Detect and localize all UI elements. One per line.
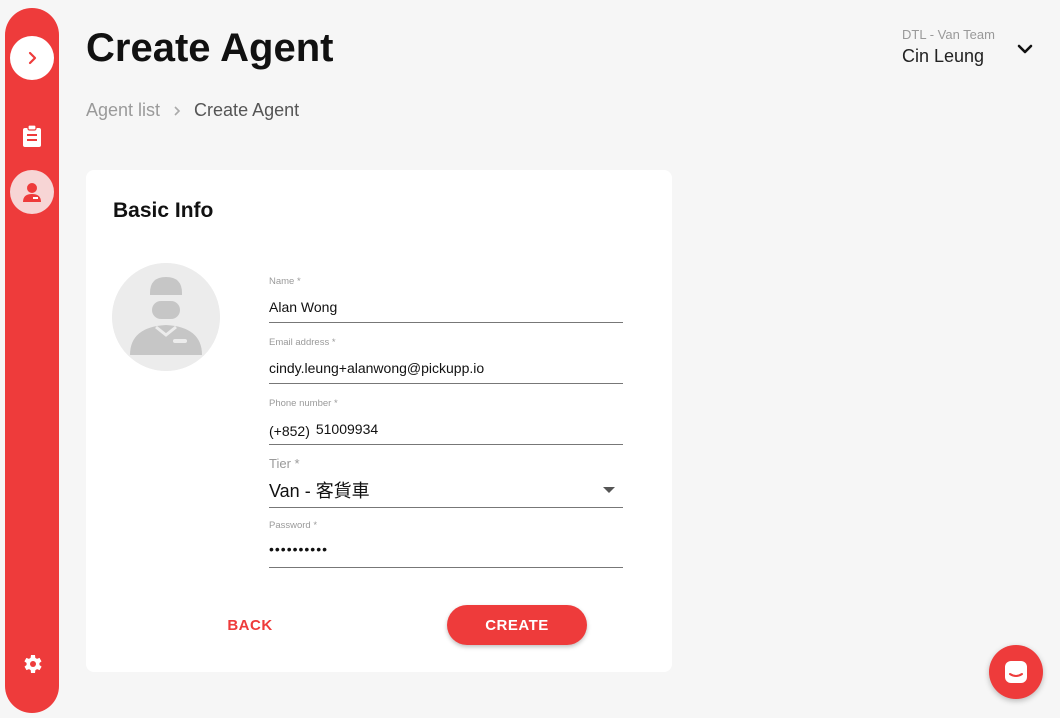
clipboard-icon bbox=[23, 124, 41, 147]
sidebar-item-agents[interactable] bbox=[10, 170, 54, 214]
create-button[interactable]: CREATE bbox=[447, 605, 587, 645]
dropdown-caret-icon[interactable] bbox=[603, 487, 615, 493]
agent-avatar-icon bbox=[112, 263, 220, 371]
page-title: Create Agent bbox=[86, 26, 334, 70]
email-input[interactable]: cindy.leung+alanwong@pickupp.io bbox=[269, 360, 623, 380]
tier-value: Van - 客貨車 bbox=[269, 481, 370, 501]
chevron-right-icon bbox=[174, 105, 181, 116]
email-field: Email address * cindy.leung+alanwong@pic… bbox=[269, 337, 623, 384]
basic-info-card: Basic Info Name * Alan Wong Email addres… bbox=[86, 170, 672, 672]
sidebar bbox=[5, 8, 59, 713]
agent-icon bbox=[23, 183, 41, 202]
chat-icon bbox=[1005, 661, 1027, 683]
sidebar-expand-button[interactable] bbox=[10, 36, 54, 80]
phone-prefix: (+852) bbox=[269, 423, 310, 439]
password-field: Password * •••••••••• bbox=[269, 520, 623, 568]
chevron-down-icon[interactable] bbox=[1014, 38, 1036, 60]
breadcrumb-agent-list[interactable]: Agent list bbox=[86, 100, 160, 121]
tier-select[interactable]: Tier * Van - 客貨車 bbox=[269, 456, 623, 508]
card-title: Basic Info bbox=[113, 199, 214, 222]
tier-label: Tier * bbox=[269, 456, 300, 471]
chevron-right-icon bbox=[28, 51, 37, 65]
password-label: Password * bbox=[269, 520, 318, 531]
email-label: Email address * bbox=[269, 337, 336, 348]
user-name: Cin Leung bbox=[902, 46, 985, 66]
breadcrumb: Agent list Create Agent bbox=[86, 100, 299, 121]
team-name: DTL - Van Team bbox=[902, 27, 995, 42]
sidebar-item-settings[interactable] bbox=[10, 642, 54, 686]
name-field: Name * Alan Wong bbox=[269, 276, 623, 323]
back-button[interactable]: BACK bbox=[216, 612, 284, 638]
sidebar-item-agent-list[interactable] bbox=[10, 114, 54, 158]
phone-field: Phone number * (+852) 51009934 bbox=[269, 398, 623, 445]
phone-label: Phone number * bbox=[269, 398, 338, 409]
phone-input[interactable]: 51009934 bbox=[316, 421, 623, 441]
name-input[interactable]: Alan Wong bbox=[269, 299, 623, 319]
chat-launcher-button[interactable] bbox=[989, 645, 1043, 699]
password-input[interactable]: •••••••••• bbox=[269, 541, 623, 561]
gear-icon bbox=[24, 655, 42, 673]
avatar[interactable] bbox=[112, 263, 220, 371]
user-menu[interactable]: DTL - Van Team Cin Leung bbox=[902, 27, 995, 67]
breadcrumb-current: Create Agent bbox=[194, 100, 300, 120]
name-label: Name * bbox=[269, 276, 301, 287]
